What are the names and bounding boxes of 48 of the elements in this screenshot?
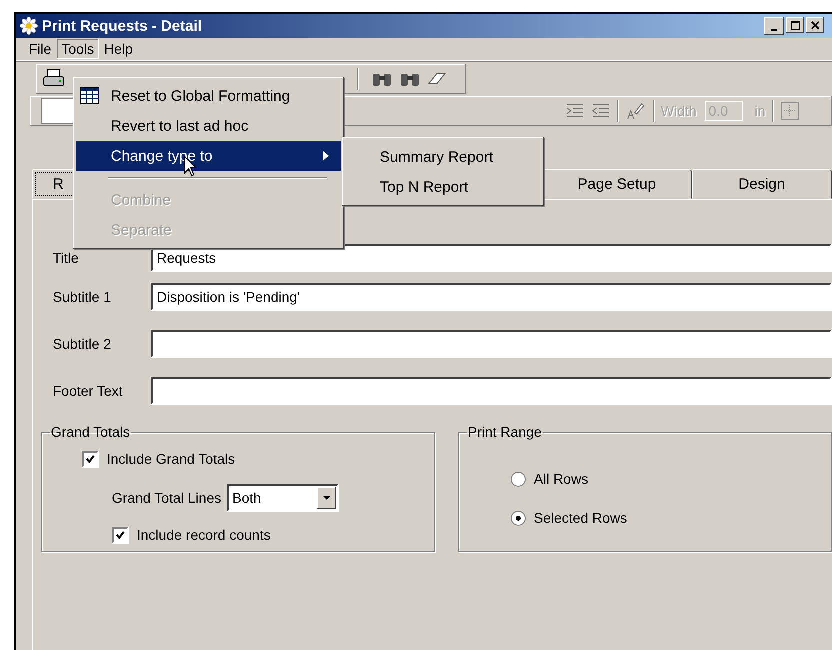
menu-item[interactable]: Help <box>99 39 138 59</box>
lines-dropdown[interactable]: Both <box>227 484 340 512</box>
field-label: Subtitle 1 <box>53 289 112 305</box>
field-label: Footer Text <box>53 383 124 399</box>
tab[interactable]: Design <box>692 169 832 199</box>
table-icon <box>80 87 100 105</box>
text-field[interactable] <box>151 377 832 405</box>
submenu-arrow-icon <box>323 151 329 161</box>
menu-item[interactable]: Top N Report <box>345 172 541 202</box>
radio-label: Selected Rows <box>534 510 628 526</box>
group-title: Grand Totals <box>50 424 132 440</box>
checkmark-icon <box>86 454 95 464</box>
dropdown-arrow-icon <box>322 496 331 500</box>
checkmark-icon <box>116 530 125 540</box>
radio-button[interactable] <box>511 510 526 526</box>
checkbox[interactable] <box>112 526 129 544</box>
maximize-button[interactable] <box>786 17 804 33</box>
close-icon <box>810 20 820 30</box>
close-button[interactable] <box>806 17 824 33</box>
menu-item[interactable]: Tools <box>56 39 100 59</box>
text-field[interactable] <box>151 330 832 358</box>
outdent-icon[interactable] <box>591 103 611 119</box>
minimize-button[interactable] <box>764 17 784 35</box>
checkbox-label: Include record counts <box>137 527 271 543</box>
menu-item[interactable]: Change type to <box>76 141 341 171</box>
radio-button[interactable] <box>511 472 526 486</box>
field-label: Title <box>53 250 80 266</box>
checkbox[interactable] <box>82 450 99 468</box>
menu-item[interactable]: Reset to Global Formatting <box>76 81 341 111</box>
checkbox-label: Include Grand Totals <box>107 451 236 467</box>
text-field[interactable]: Disposition is 'Pending' <box>151 283 832 311</box>
group-title: Print Range <box>467 424 543 440</box>
menu-item[interactable]: File <box>24 39 57 59</box>
minimize-icon <box>771 29 777 31</box>
maximize-icon <box>790 20 800 30</box>
field-label: Subtitle 2 <box>53 336 112 352</box>
window-title: Print Requests - Detail <box>42 18 204 34</box>
field-label: Grand Total Lines <box>112 490 222 506</box>
text-field[interactable]: Requests <box>151 244 832 272</box>
eraser-icon[interactable] <box>427 71 447 87</box>
flower-icon <box>20 17 38 35</box>
indent-icon[interactable] <box>565 103 585 119</box>
menu-item[interactable]: Revert to last ad hoc <box>76 111 341 141</box>
menu-item[interactable]: Summary Report <box>345 142 541 172</box>
font-color-icon[interactable] <box>625 101 647 121</box>
tab[interactable]: Page Setup <box>542 169 692 199</box>
radio-label: All Rows <box>534 471 588 487</box>
printer-icon[interactable] <box>43 69 65 89</box>
